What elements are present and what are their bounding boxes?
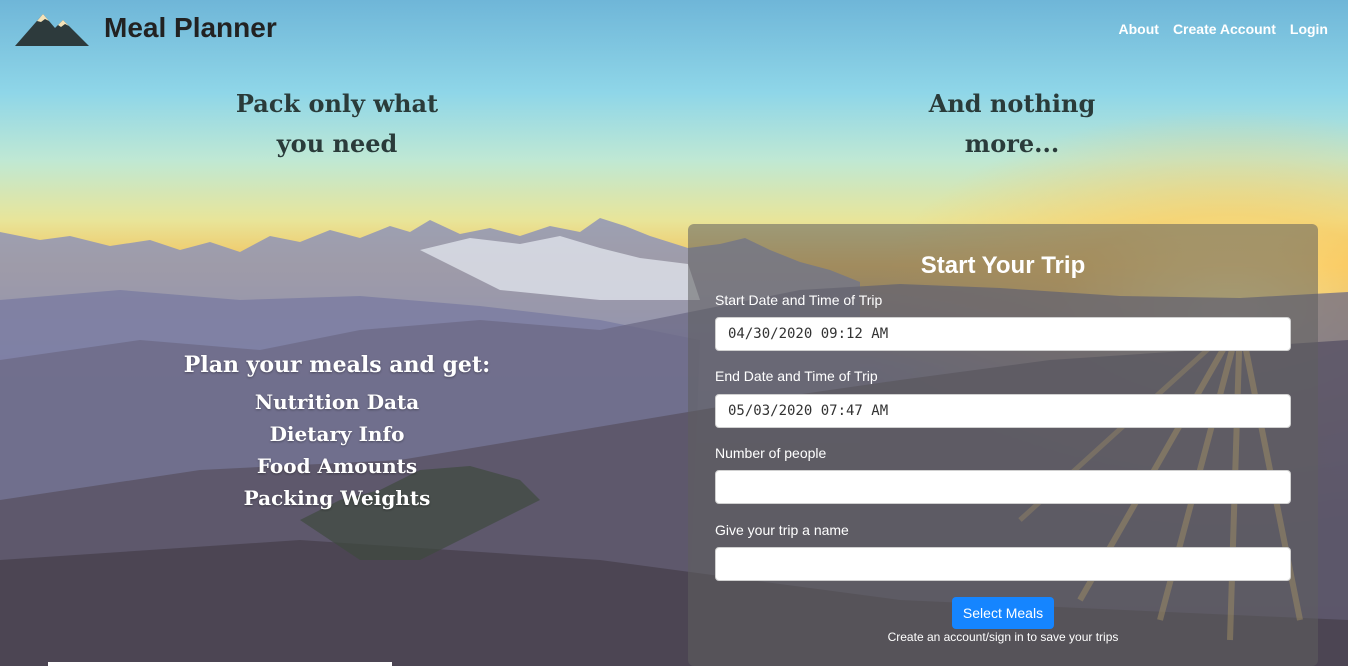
trip-name-input[interactable] xyxy=(715,547,1291,581)
save-trips-note: Create an account/sign in to save your t… xyxy=(887,630,1119,644)
end-date-label: End Date and Time of Trip xyxy=(715,368,878,384)
nav-create-account-link[interactable]: Create Account xyxy=(1173,21,1276,37)
tagline-right-line2: more... xyxy=(964,129,1060,158)
bottom-scroll-indicator xyxy=(48,662,392,666)
people-count-input[interactable] xyxy=(715,470,1291,504)
nav-login-link[interactable]: Login xyxy=(1290,21,1328,37)
nav-about-link[interactable]: About xyxy=(1119,21,1159,37)
people-count-label: Number of people xyxy=(715,445,827,461)
benefit-item: Nutrition Data xyxy=(254,390,420,414)
tagline-right: And nothing more... xyxy=(862,84,1162,164)
benefits-section: Plan your meals and get: Nutrition Data … xyxy=(137,348,537,514)
tagline-left-line2: you need xyxy=(276,129,398,158)
navbar: Meal Planner About Create Account Login xyxy=(0,0,1348,62)
tagline-right-line1: And nothing xyxy=(928,89,1096,118)
card-title: Start Your Trip xyxy=(920,252,1086,279)
start-date-label: Start Date and Time of Trip xyxy=(715,292,883,308)
end-date-input[interactable] xyxy=(715,394,1291,428)
tagline-left-line1: Pack only what xyxy=(235,89,439,118)
tagline-left: Pack only what you need xyxy=(187,84,487,164)
brand[interactable]: Meal Planner xyxy=(15,8,277,48)
trip-name-label: Give your trip a name xyxy=(715,522,849,538)
benefit-item: Dietary Info xyxy=(269,422,405,446)
start-date-input[interactable] xyxy=(715,317,1291,351)
benefit-item: Food Amounts xyxy=(256,454,418,478)
benefits-heading: Plan your meals and get: xyxy=(183,352,491,378)
brand-name: Meal Planner xyxy=(104,12,277,43)
select-meals-button[interactable]: Select Meals xyxy=(952,597,1054,629)
nav-links: About Create Account Login xyxy=(1105,21,1329,37)
mountain-logo-icon xyxy=(15,14,89,46)
start-trip-card: Start Your Trip Start Date and Time of T… xyxy=(688,224,1318,666)
benefit-item: Packing Weights xyxy=(243,486,431,510)
